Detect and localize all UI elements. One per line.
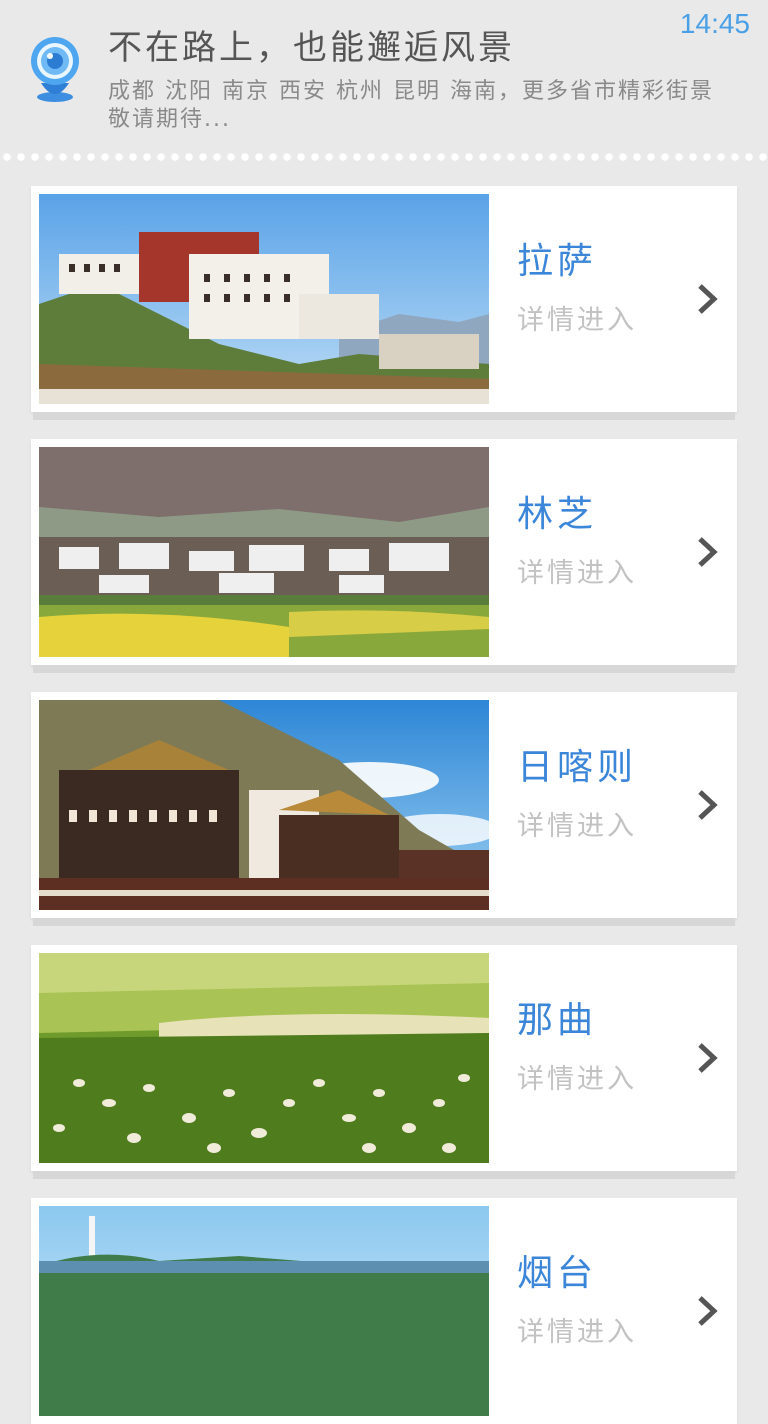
city-card-lhasa[interactable]: 拉萨 详情进入 [31,186,737,412]
detail-link[interactable]: 详情进入 [517,298,637,337]
page-title: 不在路上，也能邂逅风景 [108,28,515,68]
detail-link[interactable]: 详情进入 [517,551,637,590]
city-card-nyingchi[interactable]: 林芝 详情进入 [31,439,737,665]
header: 14:45 不在路上，也能邂逅风景 成都 沈阳 南京 西安 杭州 昆明 海南，更… [0,0,768,150]
city-name: 日喀则 [517,747,638,788]
city-name: 烟台 [517,1253,598,1294]
detail-link[interactable]: 详情进入 [517,1057,637,1096]
city-photo [39,953,489,1163]
city-photo [39,700,489,910]
chevron-right-icon[interactable] [695,1041,721,1075]
detail-link[interactable]: 详情进入 [517,1310,637,1349]
city-card-shigatse[interactable]: 日喀则 详情进入 [31,692,737,918]
city-name: 林芝 [517,494,598,535]
page-subtitle: 成都 沈阳 南京 西安 杭州 昆明 海南，更多省市精彩街景敬请期待... [108,79,714,132]
city-card-yantai[interactable]: 烟台 详情进入 [31,1198,737,1424]
chevron-right-icon[interactable] [695,282,721,316]
city-photo [39,194,489,404]
city-name: 拉萨 [517,241,598,282]
city-card-nagqu[interactable]: 那曲 详情进入 [31,945,737,1171]
location-pin-icon [31,37,79,102]
status-time: 14:45 [679,8,750,39]
chevron-right-icon[interactable] [695,535,721,569]
city-name: 那曲 [517,1000,598,1041]
chevron-right-icon[interactable] [695,1294,721,1328]
city-photo [39,447,489,657]
dotted-divider [0,150,768,164]
chevron-right-icon[interactable] [695,788,721,822]
city-photo [39,1206,489,1416]
detail-link[interactable]: 详情进入 [517,804,637,843]
